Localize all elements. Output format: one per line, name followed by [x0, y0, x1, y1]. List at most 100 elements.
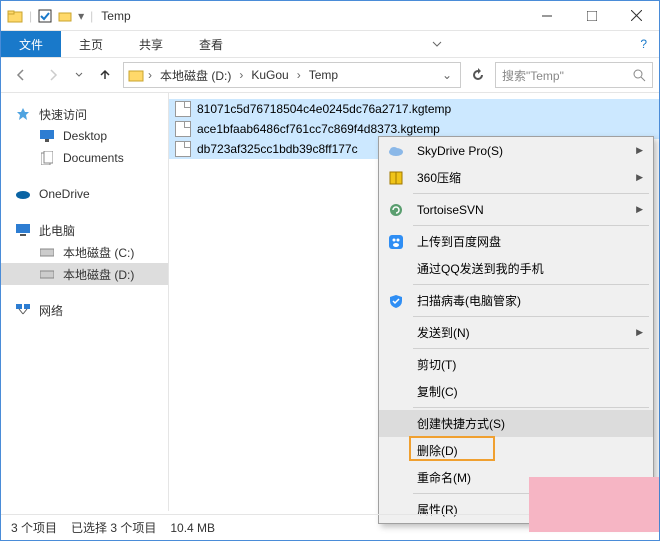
zip-icon: [387, 169, 405, 187]
breadcrumb-segment[interactable]: KuGou: [247, 68, 292, 82]
documents-icon: [39, 150, 55, 166]
breadcrumb[interactable]: › 本地磁盘 (D:) › KuGou › Temp ⌄: [123, 62, 461, 88]
context-menu-item[interactable]: 扫描病毒(电脑管家): [379, 287, 653, 314]
close-button[interactable]: [614, 2, 659, 30]
ribbon-tab-file[interactable]: 文件: [1, 31, 61, 57]
context-menu-item[interactable]: 360压缩 ▶: [379, 164, 653, 191]
overlay-block: [529, 477, 659, 532]
pc-icon: [15, 222, 31, 238]
svn-icon: [387, 201, 405, 219]
drive-icon: [39, 266, 55, 282]
window-title: Temp: [93, 9, 130, 23]
context-menu-item[interactable]: SkyDrive Pro(S) ▶: [379, 137, 653, 164]
context-menu-label: 发送到(N): [417, 324, 470, 341]
maximize-button[interactable]: [569, 2, 614, 30]
submenu-arrow-icon: ▶: [636, 172, 643, 183]
sidebar-quick-access[interactable]: 快速访问: [1, 103, 168, 125]
context-menu-label: 复制(C): [417, 383, 458, 400]
breadcrumb-segment[interactable]: 本地磁盘 (D:): [156, 67, 235, 84]
context-menu-item[interactable]: TortoiseSVN ▶: [379, 196, 653, 223]
chevron-right-icon[interactable]: ›: [146, 68, 154, 82]
context-menu-separator: [413, 407, 649, 408]
sidebar-item-documents[interactable]: Documents: [1, 147, 168, 169]
ribbon-help-button[interactable]: ?: [632, 31, 659, 57]
context-menu-item[interactable]: 发送到(N) ▶: [379, 319, 653, 346]
file-icon: [175, 141, 191, 157]
context-menu-item[interactable]: 上传到百度网盘: [379, 228, 653, 255]
context-menu-label: 剪切(T): [417, 356, 456, 373]
checkbox-icon[interactable]: [38, 9, 52, 23]
sidebar-onedrive[interactable]: OneDrive: [1, 183, 168, 205]
file-icon: [175, 101, 191, 117]
baidu-icon: [387, 233, 405, 251]
folder-icon: [7, 8, 23, 24]
status-selection: 已选择 3 个项目: [71, 519, 156, 536]
context-menu-label: 360压缩: [417, 169, 461, 186]
nav-forward-button[interactable]: [39, 61, 67, 89]
addressbar: › 本地磁盘 (D:) › KuGou › Temp ⌄ 搜索"Temp": [1, 57, 659, 93]
context-menu-label: 重命名(M): [417, 469, 471, 486]
sidebar-drive-c[interactable]: 本地磁盘 (C:): [1, 241, 168, 263]
file-row[interactable]: 81071c5d76718504c4e0245dc76a2717.kgtemp: [169, 99, 659, 119]
context-menu-item[interactable]: 创建快捷方式(S): [379, 410, 653, 437]
breadcrumb-dropdown[interactable]: ⌄: [438, 68, 456, 82]
refresh-button[interactable]: [465, 68, 491, 82]
nav-up-button[interactable]: [91, 61, 119, 89]
nav-history-button[interactable]: [71, 61, 87, 89]
context-menu-label: 扫描病毒(电脑管家): [417, 292, 521, 309]
star-icon: [15, 106, 31, 122]
context-menu-separator: [413, 225, 649, 226]
submenu-arrow-icon: ▶: [636, 327, 643, 338]
context-menu-separator: [413, 193, 649, 194]
context-menu-item[interactable]: 剪切(T): [379, 351, 653, 378]
context-menu-label: 删除(D): [417, 442, 458, 459]
chevron-right-icon[interactable]: ›: [295, 68, 303, 82]
network-icon: [15, 302, 31, 318]
ribbon: 文件 主页 共享 查看 ?: [1, 31, 659, 57]
context-menu-item[interactable]: 复制(C): [379, 378, 653, 405]
window-controls: [524, 2, 659, 30]
context-menu-label: TortoiseSVN: [417, 203, 484, 217]
sidebar-network[interactable]: 网络: [1, 299, 168, 321]
sidebar-item-desktop[interactable]: Desktop: [1, 125, 168, 147]
search-icon: [633, 69, 646, 82]
context-menu: SkyDrive Pro(S) ▶ 360压缩 ▶ TortoiseSVN ▶ 上传到百度网…: [378, 136, 654, 524]
context-menu-item[interactable]: 通过QQ发送到我的手机: [379, 255, 653, 282]
sidebar-this-pc[interactable]: 此电脑: [1, 219, 168, 241]
ribbon-tab-share[interactable]: 共享: [121, 31, 181, 57]
cloud-icon: [387, 142, 405, 160]
chevron-right-icon[interactable]: ›: [237, 68, 245, 82]
drive-icon: [128, 67, 144, 83]
file-name: 81071c5d76718504c4e0245dc76a2717.kgtemp: [197, 102, 451, 116]
context-menu-separator: [413, 284, 649, 285]
ribbon-tab-home[interactable]: 主页: [61, 31, 121, 57]
submenu-arrow-icon: ▶: [636, 145, 643, 156]
search-input[interactable]: 搜索"Temp": [495, 62, 653, 88]
folder-small-icon: [58, 9, 72, 23]
nav-back-button[interactable]: [7, 61, 35, 89]
qat-divider: |: [29, 9, 32, 23]
submenu-arrow-icon: ▶: [636, 204, 643, 215]
navigation-pane: 快速访问 Desktop Documents OneDrive 此电脑: [1, 93, 169, 511]
context-menu-label: SkyDrive Pro(S): [417, 144, 503, 158]
ribbon-tab-view[interactable]: 查看: [181, 31, 241, 57]
qat-dropdown[interactable]: ▾: [78, 9, 84, 23]
breadcrumb-segment[interactable]: Temp: [305, 68, 342, 82]
context-menu-separator: [413, 316, 649, 317]
file-name: ace1bfaab6486cf761cc7c869f4d8373.kgtemp: [197, 122, 440, 136]
context-menu-item[interactable]: 删除(D): [379, 437, 653, 464]
status-item-count: 3 个项目: [11, 519, 57, 536]
ribbon-expand-button[interactable]: [423, 31, 451, 57]
file-name: db723af325cc1bdb39c8ff177c: [197, 142, 358, 156]
file-icon: [175, 121, 191, 137]
context-menu-separator: [413, 348, 649, 349]
search-placeholder: 搜索"Temp": [502, 67, 564, 84]
quick-access-toolbar: | ▾ |: [1, 8, 93, 24]
cloud-icon: [15, 186, 31, 202]
shield-icon: [387, 292, 405, 310]
sidebar-drive-d[interactable]: 本地磁盘 (D:): [1, 263, 168, 285]
context-menu-label: 创建快捷方式(S): [417, 415, 505, 432]
context-menu-label: 上传到百度网盘: [417, 233, 501, 250]
minimize-button[interactable]: [524, 2, 569, 30]
status-size: 10.4 MB: [170, 521, 215, 535]
